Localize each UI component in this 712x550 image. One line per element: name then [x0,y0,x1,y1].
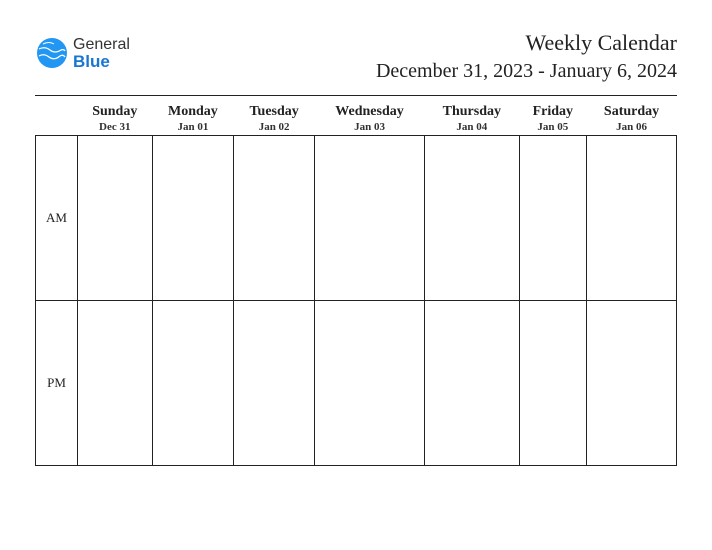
calendar-grid: Sunday Dec 31 Monday Jan 01 Tuesday Jan … [35,98,677,466]
day-header-wednesday: Wednesday Jan 03 [315,98,425,136]
title-block: Weekly Calendar December 31, 2023 - Janu… [376,30,677,83]
day-date: Jan 03 [317,121,423,133]
header: General Blue Weekly Calendar December 31… [35,30,677,83]
day-header-saturday: Saturday Jan 06 [587,98,677,136]
day-name: Saturday [589,104,675,120]
cell-am-tuesday [234,136,315,301]
day-header-thursday: Thursday Jan 04 [425,98,520,136]
day-date: Jan 05 [521,121,584,133]
cell-pm-sunday [78,301,153,466]
day-header-row: Sunday Dec 31 Monday Jan 01 Tuesday Jan … [36,98,677,136]
day-name: Wednesday [317,104,423,120]
day-name: Monday [154,104,232,120]
calendar-title: Weekly Calendar [376,30,677,56]
cell-pm-thursday [425,301,520,466]
logo-text-general: General [73,37,130,53]
day-date: Jan 02 [236,121,313,133]
day-date: Dec 31 [80,121,151,133]
cell-am-monday [152,136,234,301]
logo-text-blue: Blue [73,53,130,70]
cell-am-friday [519,136,586,301]
cell-pm-saturday [587,301,677,466]
logo-globe-icon [35,36,69,70]
time-label-am: AM [36,136,78,301]
cell-pm-tuesday [234,301,315,466]
cell-am-saturday [587,136,677,301]
day-date: Jan 01 [154,121,232,133]
day-header-monday: Monday Jan 01 [152,98,234,136]
header-divider [35,95,677,96]
cell-am-wednesday [315,136,425,301]
day-date: Jan 06 [589,121,675,133]
day-name: Tuesday [236,104,313,120]
pm-row: PM [36,301,677,466]
time-label-pm: PM [36,301,78,466]
day-header-friday: Friday Jan 05 [519,98,586,136]
day-name: Sunday [80,104,151,120]
day-name: Thursday [427,104,518,120]
cell-pm-friday [519,301,586,466]
am-row: AM [36,136,677,301]
cell-am-thursday [425,136,520,301]
day-header-tuesday: Tuesday Jan 02 [234,98,315,136]
logo: General Blue [35,36,130,70]
cell-pm-monday [152,301,234,466]
day-header-sunday: Sunday Dec 31 [78,98,153,136]
day-name: Friday [521,104,584,120]
day-date: Jan 04 [427,121,518,133]
cell-am-sunday [78,136,153,301]
cell-pm-wednesday [315,301,425,466]
date-range: December 31, 2023 - January 6, 2024 [376,60,677,83]
